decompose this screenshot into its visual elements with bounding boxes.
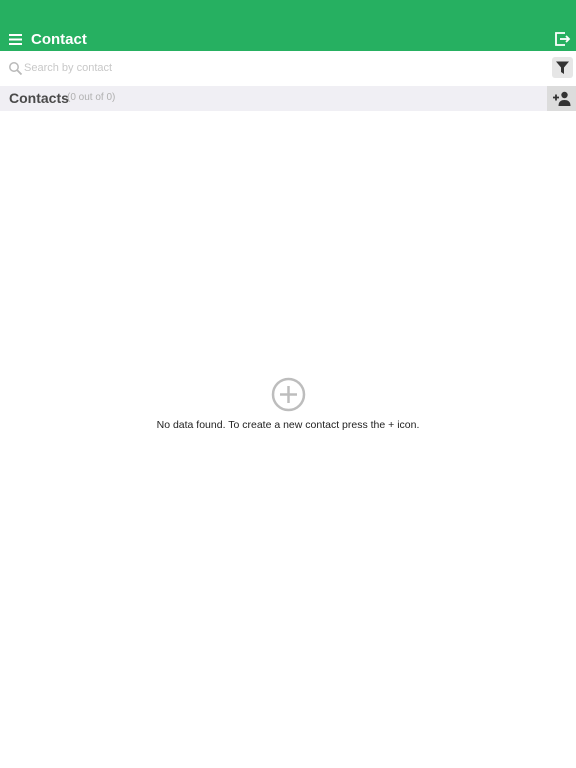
add-person-icon — [553, 91, 571, 106]
empty-state: No data found. To create a new contact p… — [0, 377, 576, 432]
search-input[interactable] — [24, 59, 524, 77]
search-bar — [0, 51, 576, 86]
empty-message: No data found. To create a new contact p… — [156, 419, 420, 431]
contacts-section-header: Contacts (0 out of 0) — [0, 86, 576, 111]
filter-button[interactable] — [552, 57, 573, 78]
add-contact-button[interactable] — [547, 86, 576, 111]
plus-circle-icon[interactable] — [271, 377, 306, 412]
app-header: Contact — [0, 0, 576, 51]
contact-count: (0 out of 0) — [67, 92, 116, 103]
section-title: Contacts — [9, 90, 69, 106]
contact-screen: Contact Contacts (0 out of 0) — [0, 0, 576, 768]
menu-button[interactable] — [6, 29, 26, 49]
logout-button[interactable] — [552, 29, 572, 49]
exit-icon — [555, 32, 571, 46]
hamburger-menu-icon — [9, 34, 22, 45]
page-title: Contact — [31, 31, 87, 48]
search-icon — [9, 62, 23, 76]
filter-icon — [556, 61, 569, 74]
